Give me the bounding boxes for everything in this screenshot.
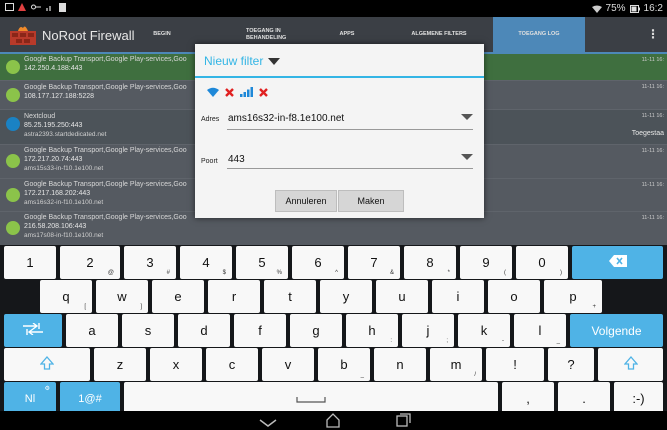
port-dropdown-icon[interactable]: [461, 154, 473, 160]
key-p[interactable]: p +: [544, 280, 602, 313]
shift-key-right[interactable]: [598, 348, 663, 381]
wifi-icon[interactable]: [207, 84, 219, 102]
signal-small-icon: [46, 3, 54, 11]
key-a[interactable]: a: [66, 314, 118, 347]
key-d[interactable]: d: [178, 314, 230, 347]
key-0[interactable]: 0): [516, 246, 568, 279]
home-icon[interactable]: [325, 413, 341, 430]
nextcloud-icon: [6, 117, 20, 131]
key-n[interactable]: n: [374, 348, 426, 381]
key-t[interactable]: t: [264, 280, 316, 313]
mobile-blocked-icon[interactable]: [259, 84, 268, 102]
key-2[interactable]: 2 @: [60, 246, 120, 279]
shift-icon: [39, 356, 55, 373]
key-4[interactable]: 4 $: [180, 246, 232, 279]
key-3[interactable]: 3 #: [124, 246, 176, 279]
dropdown-arrow-icon: [268, 57, 281, 65]
navigation-bar: [0, 411, 667, 430]
title-divider: [195, 76, 484, 78]
key-8[interactable]: 8 *: [404, 246, 456, 279]
key-6[interactable]: 6 ^: [292, 246, 344, 279]
key-1[interactable]: 1: [4, 246, 56, 279]
key-u[interactable]: u: [376, 280, 428, 313]
key-q[interactable]: q[: [40, 280, 92, 313]
key-w[interactable]: w]: [96, 280, 148, 313]
address-underline: [227, 129, 473, 130]
battery-percent: 75%: [605, 3, 626, 14]
back-icon[interactable]: [258, 415, 278, 430]
shift-icon: [623, 356, 638, 373]
tab-toegang-log[interactable]: TOEGANG LOG: [493, 17, 585, 52]
key-l[interactable]: l _: [514, 314, 566, 347]
gallery-icon: [5, 3, 14, 11]
backspace-icon: [608, 255, 627, 270]
android-app-icon: [6, 188, 20, 202]
android-app-icon: [6, 221, 20, 235]
tab-key[interactable]: [4, 314, 62, 347]
filter-type-dropdown[interactable]: Nieuw filter: [204, 54, 281, 68]
key-i[interactable]: i: [432, 280, 484, 313]
key-k[interactable]: k-: [458, 314, 510, 347]
backspace-key[interactable]: [572, 246, 663, 279]
address-dropdown-icon[interactable]: [461, 114, 473, 120]
battery-icon: [629, 4, 640, 13]
soft-keyboard: 1 2 @ 3 # 4 $ 5% 6 ^ 7 & 8 * 9( 0) q[ w] e r t…: [0, 245, 667, 415]
key-v[interactable]: v: [262, 348, 314, 381]
key-j[interactable]: j;: [402, 314, 454, 347]
notification-red-icon: [18, 3, 26, 11]
new-filter-dialog: Nieuw filter Adres ams16s32-in-f8.1e100.…: [195, 44, 484, 218]
cancel-button[interactable]: Annuleren: [275, 190, 337, 212]
android-app-icon: [6, 154, 20, 168]
key-g[interactable]: g: [290, 314, 342, 347]
clock: 16:2: [643, 3, 663, 14]
key-b[interactable]: b _: [318, 348, 370, 381]
key-r[interactable]: r: [208, 280, 260, 313]
overflow-menu-icon[interactable]: ⋮: [647, 27, 659, 41]
android-app-icon: [6, 88, 20, 102]
recent-apps-icon[interactable]: [396, 413, 411, 430]
next-key[interactable]: Volgende: [570, 314, 663, 347]
key-x[interactable]: x: [150, 348, 202, 381]
status-bar: 75% 16:2: [0, 0, 667, 17]
key-z[interactable]: z: [94, 348, 146, 381]
tab-begin[interactable]: BEGIN: [130, 17, 194, 52]
mobile-data-icon[interactable]: [240, 84, 253, 102]
network-toggles: [207, 84, 268, 102]
key-5[interactable]: 5%: [236, 246, 288, 279]
file-icon: [59, 3, 67, 12]
address-input[interactable]: ams16s32-in-f8.1e100.net: [228, 113, 344, 124]
port-label: Poort: [201, 158, 218, 165]
port-input[interactable]: 443: [228, 154, 245, 165]
settings-small-icon: ⚙: [44, 386, 50, 392]
key-9[interactable]: 9(: [460, 246, 512, 279]
create-button[interactable]: Maken: [338, 190, 404, 212]
port-underline: [227, 168, 473, 169]
key-o[interactable]: o: [488, 280, 540, 313]
key-c[interactable]: c: [206, 348, 258, 381]
key-question[interactable]: ?: [548, 348, 594, 381]
tab-icon: [23, 322, 43, 338]
dialog-title: Nieuw filter: [204, 54, 264, 68]
wifi-blocked-icon[interactable]: [225, 84, 234, 102]
address-label: Adres: [201, 116, 220, 123]
key-7[interactable]: 7 &: [348, 246, 400, 279]
space-icon: [296, 391, 326, 406]
vpn-key-icon: [31, 3, 41, 11]
android-app-icon: [6, 60, 20, 74]
wifi-status-icon: [591, 5, 602, 13]
key-exclamation[interactable]: !: [486, 348, 544, 381]
shift-key-left[interactable]: [4, 348, 90, 381]
firewall-logo-icon: [10, 25, 36, 45]
key-m[interactable]: m /: [430, 348, 482, 381]
key-f[interactable]: f: [234, 314, 286, 347]
key-y[interactable]: y: [320, 280, 372, 313]
app-title: NoRoot Firewall: [42, 28, 135, 43]
key-s[interactable]: s: [122, 314, 174, 347]
key-h[interactable]: h:: [346, 314, 398, 347]
key-e[interactable]: e: [152, 280, 204, 313]
